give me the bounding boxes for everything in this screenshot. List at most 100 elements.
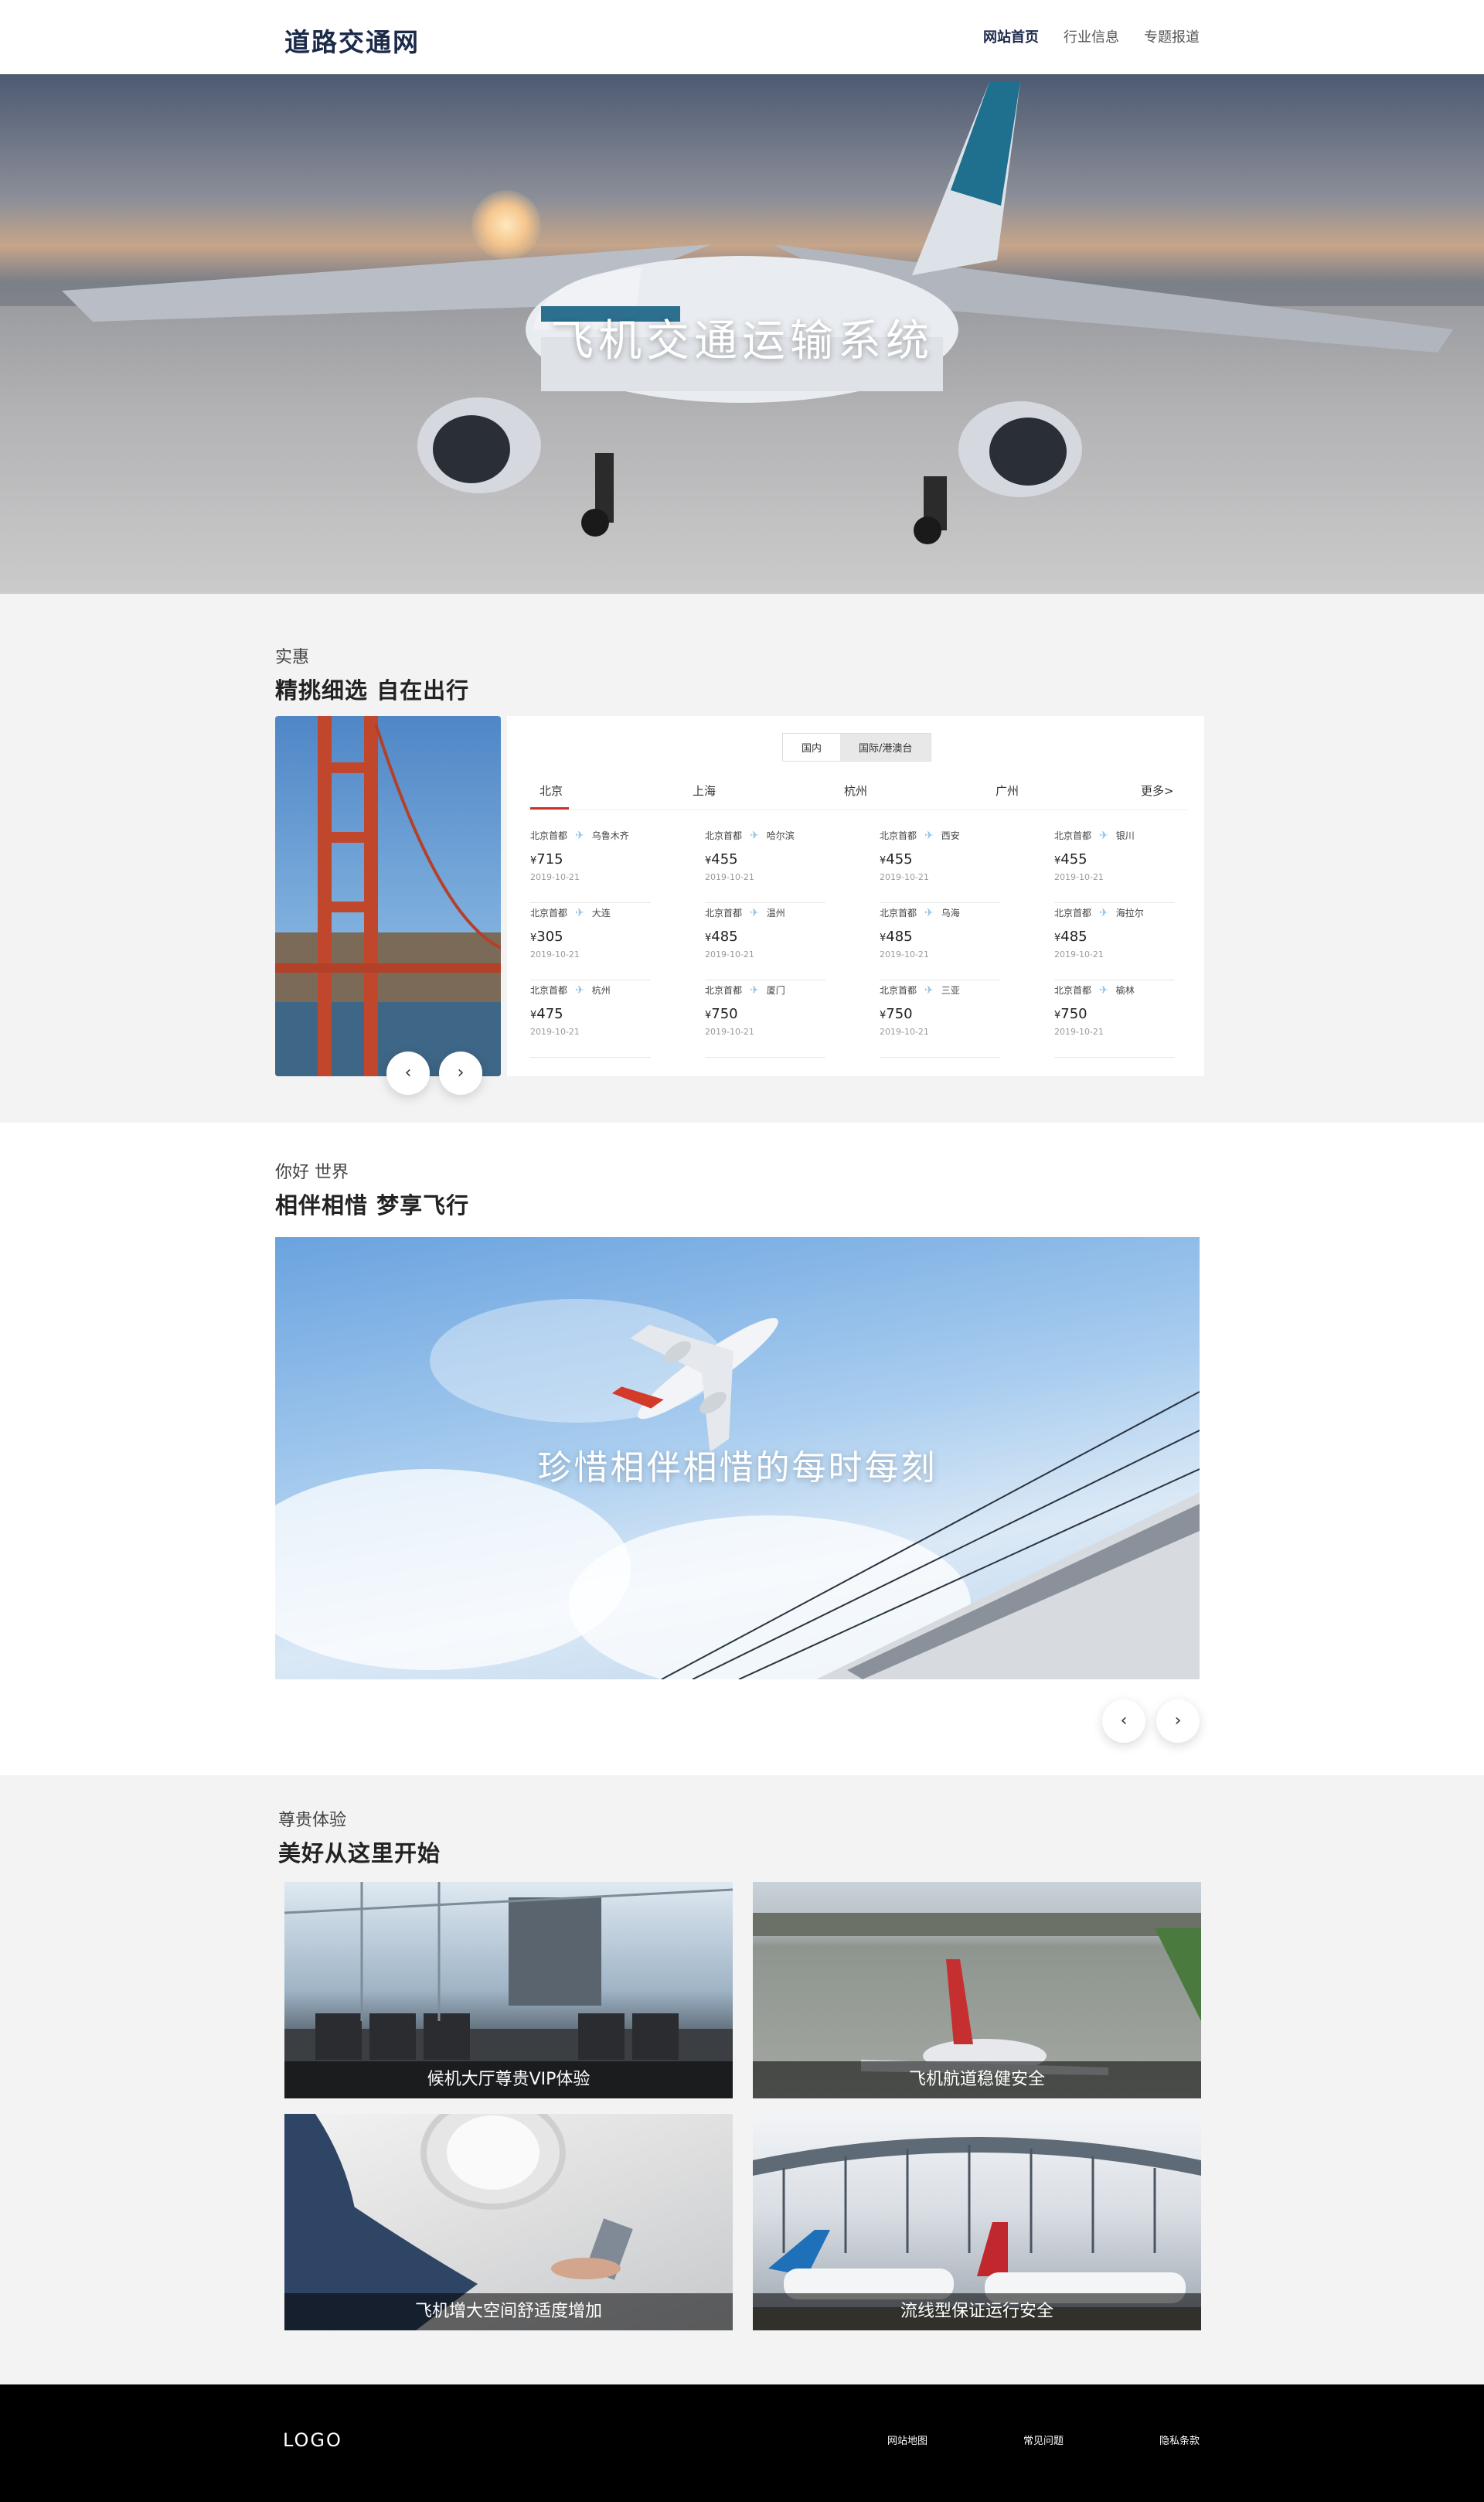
airplane-icon: ✈ [575,983,584,997]
deals-prev-button[interactable]: ‹ [386,1052,430,1095]
route-to: 西安 [941,830,960,841]
route-price: ¥485 [705,929,825,945]
route-price-value: 455 [886,851,913,868]
nav-link-industry[interactable]: 行业信息 [1064,26,1119,46]
route-card[interactable]: 北京首都 ✈ 乌海 ¥485 2019-10-21 [880,906,1000,980]
deals-section: 实惠 精挑细选 自在出行 ‹ › 国内 国际/港澳台 北京 上海 杭州 广州 更… [0,594,1484,1123]
deals-kicker: 实惠 [275,648,310,667]
route-line: 北京首都 ✈ 厦门 [705,983,825,997]
route-from: 北京首都 [705,830,743,841]
route-to: 海拉尔 [1115,908,1144,919]
deals-heading: 实惠 精挑细选 自在出行 [275,643,469,705]
route-line: 北京首都 ✈ 西安 [880,829,1000,842]
banner-prev-button[interactable]: ‹ [1102,1699,1145,1743]
route-to: 大连 [591,908,611,919]
hero-title: 飞机交通运输系统 [550,316,934,366]
airplane-icon: ✈ [750,906,759,919]
card-runway-safety[interactable]: 飞机航道稳健安全 [753,1882,1201,2098]
route-to: 三亚 [941,985,960,996]
route-price: ¥485 [1054,929,1175,945]
footer-link-privacy[interactable]: 隐私条款 [1159,2432,1200,2447]
deals-next-button[interactable]: › [439,1052,482,1095]
footer-link-faq[interactable]: 常见问题 [1023,2432,1064,2447]
route-card[interactable]: 北京首都 ✈ 温州 ¥485 2019-10-21 [705,906,825,980]
route-line: 北京首都 ✈ 杭州 [530,983,651,997]
hello-section: 你好 世界 相伴相惜 梦享飞行 珍惜相伴相惜的每时每刻 ‹ › [0,1123,1484,1775]
route-price-value: 485 [711,929,738,945]
route-from: 北京首都 [880,985,917,996]
active-tab-indicator [530,807,569,810]
route-card[interactable]: 北京首都 ✈ 西安 ¥455 2019-10-21 [880,829,1000,903]
footer-link-sitemap[interactable]: 网站地图 [887,2432,928,2447]
chevron-left-icon: ‹ [1120,1711,1128,1730]
airplane-icon: ✈ [750,829,759,842]
route-from: 北京首都 [1054,830,1092,841]
route-price-value: 455 [711,851,738,868]
route-line: 北京首都 ✈ 三亚 [880,983,1000,997]
tab-shanghai[interactable]: 上海 [693,782,716,799]
route-line: 北京首都 ✈ 乌海 [880,906,1000,919]
banner-next-button[interactable]: › [1156,1699,1200,1743]
hello-title: 相伴相惜 梦享飞行 [275,1192,470,1219]
route-price-value: 750 [711,1006,738,1022]
route-line: 北京首都 ✈ 大连 [530,906,651,919]
card-caption: 飞机增大空间舒适度增加 [284,2293,733,2330]
card-cabin-comfort[interactable]: 飞机增大空间舒适度增加 [284,2114,733,2330]
site-brand[interactable]: 道路交通网 [284,22,420,59]
experience-section: 尊贵体验 美好从这里开始 候机大厅尊贵VIP体验 飞机航道稳健安全 飞机增大空间… [0,1775,1484,2384]
card-vip-lounge[interactable]: 候机大厅尊贵VIP体验 [284,1882,733,2098]
hero-banner: 飞机交通运输系统 [0,74,1484,594]
route-card[interactable]: 北京首都 ✈ 哈尔滨 ¥455 2019-10-21 [705,829,825,903]
route-price: ¥455 [1054,851,1175,868]
route-card[interactable]: 北京首都 ✈ 榆林 ¥750 2019-10-21 [1054,983,1175,1058]
tab-hangzhou[interactable]: 杭州 [844,782,867,799]
tab-more[interactable]: 更多> [1141,782,1174,799]
golden-gate-bridge-image [275,716,501,1076]
route-card[interactable]: 北京首都 ✈ 银川 ¥455 2019-10-21 [1054,829,1175,903]
route-line: 北京首都 ✈ 哈尔滨 [705,829,825,842]
airplane-icon: ✈ [575,829,584,842]
experience-kicker: 尊贵体验 [278,1811,347,1830]
card-caption: 流线型保证运行安全 [753,2293,1201,2330]
toggle-international[interactable]: 国际/港澳台 [840,734,931,761]
hello-kicker: 你好 世界 [275,1163,349,1182]
tab-beijing[interactable]: 北京 [539,782,563,799]
tab-guangzhou[interactable]: 广州 [996,782,1019,799]
route-price: ¥750 [705,1006,825,1022]
airplane-icon: ✈ [1099,829,1108,842]
toggle-domestic[interactable]: 国内 [783,734,840,761]
route-price-value: 485 [886,929,913,945]
banner-title: 珍惜相伴相惜的每时每刻 [537,1448,938,1488]
route-line: 北京首都 ✈ 乌鲁木齐 [530,829,651,842]
nav-link-special[interactable]: 专题报道 [1144,26,1200,46]
route-date: 2019-10-21 [530,1027,580,1037]
experience-title: 美好从这里开始 [278,1840,441,1866]
route-date: 2019-10-21 [530,872,580,882]
route-to: 乌海 [941,908,960,919]
card-streamline-safety[interactable]: 流线型保证运行安全 [753,2114,1201,2330]
card-caption: 飞机航道稳健安全 [753,2061,1201,2098]
route-price: ¥715 [530,851,651,868]
route-card[interactable]: 北京首都 ✈ 杭州 ¥475 2019-10-21 [530,983,651,1058]
route-to: 杭州 [591,985,611,996]
route-to: 厦门 [766,985,785,996]
footer-logo[interactable]: LOGO [283,2429,342,2451]
route-card[interactable]: 北京首都 ✈ 大连 ¥305 2019-10-21 [530,906,651,980]
route-price: ¥485 [880,929,1000,945]
route-price-value: 485 [1060,929,1087,945]
route-card[interactable]: 北京首都 ✈ 乌鲁木齐 ¥715 2019-10-21 [530,829,651,903]
route-date: 2019-10-21 [880,872,929,882]
airplane-icon: ✈ [1099,983,1108,997]
route-price: ¥750 [880,1006,1000,1022]
experience-heading: 尊贵体验 美好从这里开始 [278,1806,441,1868]
route-card[interactable]: 北京首都 ✈ 海拉尔 ¥485 2019-10-21 [1054,906,1175,980]
airplane-icon: ✈ [575,906,584,919]
route-to: 榆林 [1115,985,1135,996]
nav-link-home[interactable]: 网站首页 [983,26,1039,46]
route-price-value: 475 [536,1006,563,1022]
route-from: 北京首都 [880,830,917,841]
route-price-value: 750 [1060,1006,1087,1022]
route-card[interactable]: 北京首都 ✈ 三亚 ¥750 2019-10-21 [880,983,1000,1058]
route-from: 北京首都 [705,985,743,996]
route-card[interactable]: 北京首都 ✈ 厦门 ¥750 2019-10-21 [705,983,825,1058]
